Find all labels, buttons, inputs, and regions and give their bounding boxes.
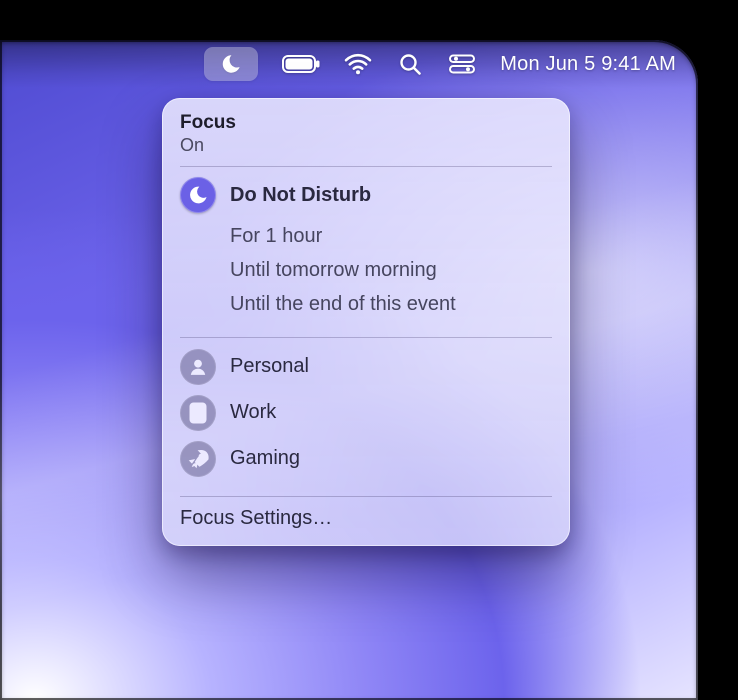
device-frame: Mon Jun 5 9:41 AM Focus On Do Not Distur… [0,0,738,700]
menu-item-battery[interactable] [282,47,320,81]
menu-item-focus[interactable] [204,47,258,81]
focus-mode-dnd[interactable]: Do Not Disturb [162,173,570,217]
dnd-label: Do Not Disturb [230,185,371,205]
focus-panel-title: Focus [180,112,552,134]
focus-panel-status: On [180,135,552,156]
menu-item-spotlight[interactable] [396,47,424,81]
focus-mode-work[interactable]: Work [162,390,570,436]
focus-mode-list: Personal Work [162,338,570,486]
divider [180,166,552,167]
focus-panel: Focus On Do Not Disturb For 1 hour Until… [162,98,570,546]
search-icon [398,52,422,76]
menu-item-datetime[interactable]: Mon Jun 5 9:41 AM [500,47,676,81]
dnd-duration-option[interactable]: Until tomorrow morning [162,253,570,287]
battery-icon [282,55,320,73]
focus-settings-link[interactable]: Focus Settings… [162,497,570,536]
dnd-duration-option[interactable]: Until the end of this event [162,287,570,321]
badge-icon [180,395,216,431]
datetime-text: Mon Jun 5 9:41 AM [500,53,676,76]
focus-panel-header: Focus On [162,112,570,156]
dnd-duration-option[interactable]: For 1 hour [162,219,570,253]
wifi-icon [344,53,372,75]
moon-icon [220,53,242,75]
focus-mode-gaming[interactable]: Gaming [162,436,570,482]
dnd-duration-list: For 1 hour Until tomorrow morning Until … [162,217,570,327]
control-center-icon [449,54,475,74]
focus-mode-label: Gaming [230,447,300,470]
menu-item-control-center[interactable] [448,47,476,81]
rocket-icon [180,441,216,477]
desktop-screen: Mon Jun 5 9:41 AM Focus On Do Not Distur… [0,40,698,700]
menu-item-wifi[interactable] [344,47,372,81]
focus-mode-label: Work [230,401,276,424]
focus-mode-label: Personal [230,355,309,378]
moon-icon [180,177,216,213]
focus-settings-label: Focus Settings… [180,507,332,529]
menu-bar: Mon Jun 5 9:41 AM [0,40,698,88]
person-icon [180,349,216,385]
focus-mode-personal[interactable]: Personal [162,344,570,390]
